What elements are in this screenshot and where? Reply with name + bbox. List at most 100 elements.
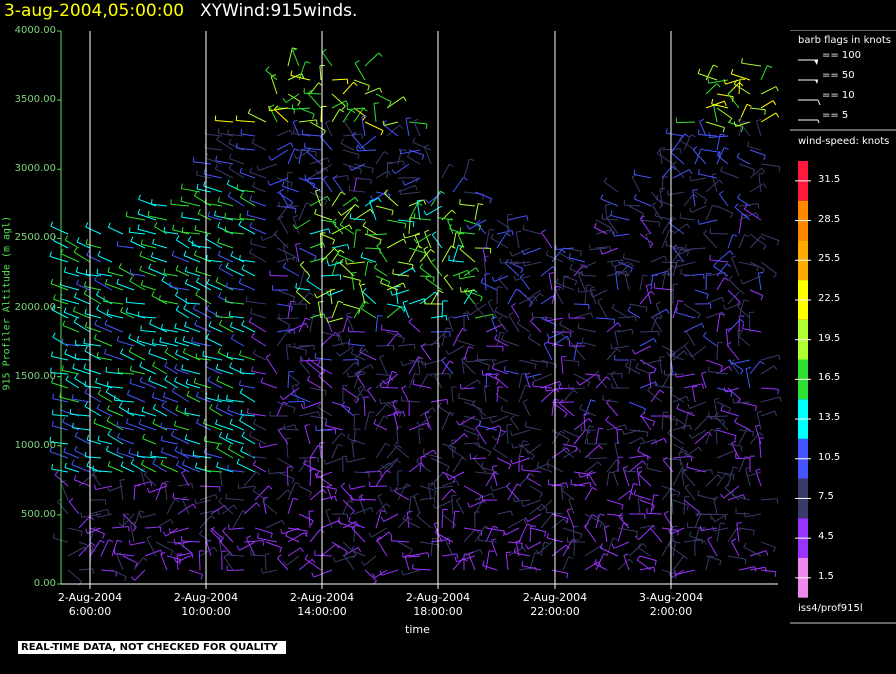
wind-barb [716,277,729,291]
wind-barb [614,441,620,459]
wind-barb [757,271,764,291]
wind-barb [342,455,348,473]
wind-barb [364,197,382,207]
wind-barbs-layer [49,47,782,586]
wind-barb [375,170,392,179]
wind-barb [246,209,267,221]
wind-barb [314,352,333,361]
wind-barb [459,199,476,207]
speed-label: 16.5 [818,372,841,384]
wind-barb [525,541,542,550]
wind-barb [496,457,512,470]
wind-barb [614,355,630,361]
wind-barb [375,275,391,287]
wind-barb [413,118,421,137]
wind-barb [595,427,604,445]
wind-barb [166,555,182,565]
wind-barb [452,510,460,529]
wind-barb [276,330,292,347]
wind-barb [67,546,88,557]
wind-barb [168,527,190,534]
wind-barb [314,550,333,557]
x-tick-label: 2-Aug-2004 6:00:00 [45,591,135,619]
wind-barb [760,86,779,95]
wind-barb [430,398,449,405]
wind-barb [466,303,487,316]
wind-barb [628,454,649,461]
wind-barb [401,385,410,403]
wind-barb [672,424,692,431]
wind-barb [285,437,292,459]
wind-barb [342,81,358,95]
wind-barb [705,83,721,95]
wind-barb [633,194,652,207]
wind-barb [194,319,212,333]
wind-barb [661,345,676,358]
wind-barb [83,338,102,347]
wind-barb [507,541,523,549]
wind-barb [360,252,377,263]
wind-barb [661,261,678,268]
wind-barb [343,552,355,571]
wind-barb [672,455,693,462]
wind-barb [390,289,410,296]
wind-barb [397,541,413,555]
wind-barb [314,289,333,299]
wind-barb [269,270,289,277]
wind-barb [441,411,455,431]
wind-barb [97,389,113,403]
wind-barb [541,229,553,249]
wind-barb [655,194,674,207]
wind-barb [278,215,289,235]
wind-barb [353,388,368,403]
wind-barb [239,350,256,361]
wind-barb [241,264,256,277]
wind-barb [606,499,624,510]
wind-barb [342,500,354,515]
wind-barb [742,323,762,333]
wind-barb [483,255,490,277]
speed-label: 31.5 [818,173,841,185]
wind-barb [375,151,389,165]
wind-barb [408,247,426,258]
wind-barb [755,119,762,137]
speed-label: 10.5 [818,451,841,463]
wind-barb [386,306,405,319]
wind-barb [718,190,729,207]
wind-barb [452,314,470,321]
wind-barb [738,527,755,536]
wind-barb [298,247,317,262]
wind-barb [496,286,503,305]
wind-barb [672,283,679,305]
wind-barb [474,511,480,529]
wind-barb [480,413,498,420]
wind-barb [317,361,333,375]
x-tick-time: 14:00:00 [297,605,347,618]
wind-barb [320,543,340,557]
wind-barb [307,89,322,109]
wind-barb [716,107,733,123]
wind-barb [685,244,707,250]
wind-barb [116,421,135,431]
wind-barb [364,471,382,477]
wind-barb [97,435,113,445]
wind-barb [749,183,767,193]
wind-barb [85,222,102,235]
wind-barb [130,569,146,581]
wind-barb [246,408,267,417]
wind-barb [256,163,278,171]
wind-barb [448,255,465,263]
wind-barb [238,278,256,291]
wind-barb [375,93,392,107]
site-label: iss4/prof915l [798,603,863,614]
x-tick-date: 3-Aug-2004 [638,591,704,604]
wind-barb [650,255,668,263]
wind-barb [716,449,738,459]
wind-barb [681,469,687,487]
wind-barb [252,348,267,361]
wind-barb [522,260,542,267]
wind-barb [309,488,327,501]
wind-barb [295,287,311,305]
wind-barb [240,128,256,137]
wind-barb [395,285,401,305]
